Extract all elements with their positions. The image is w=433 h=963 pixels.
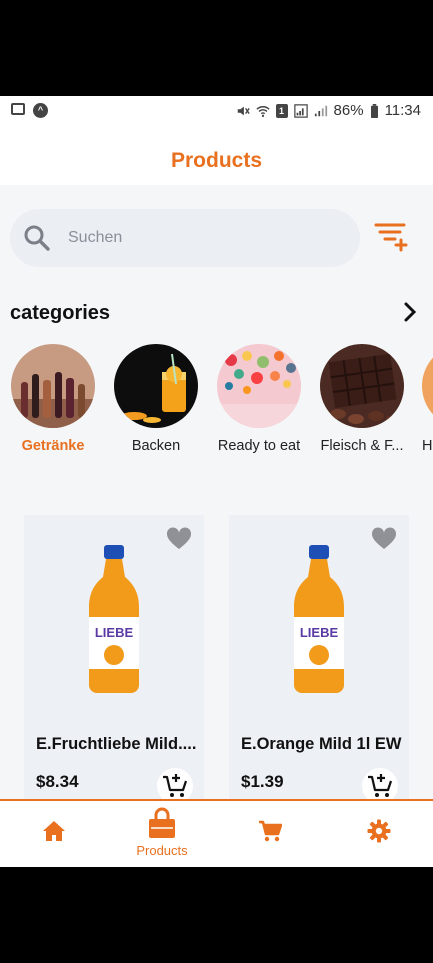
category-item-ready-to-eat[interactable]: Ready to eat <box>216 344 302 454</box>
nav-settings[interactable] <box>325 801 433 867</box>
clock: 11:34 <box>384 102 421 119</box>
category-image-drinks <box>11 344 95 428</box>
nav-cart[interactable] <box>216 801 324 867</box>
wifi-icon <box>255 105 270 117</box>
search-input[interactable] <box>68 224 338 252</box>
page-title: Products <box>170 149 262 172</box>
product-card[interactable]: LIEBE E.Fruchtliebe Mild.... $8.34 <box>24 515 204 805</box>
signal-icon <box>293 103 308 118</box>
categories-heading: categories <box>10 302 111 324</box>
category-image-partial <box>422 344 433 428</box>
battery-icon <box>370 103 378 118</box>
filter-add-icon[interactable] <box>373 220 409 252</box>
category-label: H <box>422 438 433 454</box>
category-image-chocolate <box>320 344 404 428</box>
category-image-candy <box>217 344 301 428</box>
search-icon <box>24 225 50 251</box>
product-price: $1.39 <box>241 772 284 791</box>
bottle-label-text: LIEBE <box>300 625 339 640</box>
image-notification-icon <box>11 103 25 115</box>
product-price: $8.34 <box>36 772 79 791</box>
product-card[interactable]: LIEBE E.Orange Mild 1l EW $1.39 <box>229 515 409 805</box>
search-bar[interactable] <box>10 209 360 267</box>
category-item-getraenke[interactable]: Getränke <box>10 344 96 454</box>
gear-icon <box>367 819 391 843</box>
category-item-fleisch[interactable]: Fleisch & F... <box>319 344 405 454</box>
product-image-bottle: LIEBE <box>89 545 139 693</box>
category-label: Fleisch & F... <box>320 438 404 454</box>
nav-label: Products <box>136 843 188 858</box>
category-image-baking <box>114 344 198 428</box>
favorite-heart-icon[interactable] <box>166 527 192 551</box>
category-item-partial[interactable]: H <box>422 344 433 454</box>
category-label: Getränke <box>21 438 85 454</box>
product-name: E.Orange Mild 1l EW <box>241 735 402 753</box>
cart-icon <box>259 820 282 842</box>
status-bar: ^ 1 86% 11:34 <box>0 96 433 126</box>
bottle-label-text: LIEBE <box>95 625 134 640</box>
product-image-bottle: LIEBE <box>294 545 344 693</box>
shopping-bag-icon <box>149 807 175 838</box>
product-name: E.Fruchtliebe Mild.... <box>36 735 197 753</box>
category-item-backen[interactable]: Backen <box>113 344 199 454</box>
sim-icon: 1 <box>275 103 288 118</box>
category-list: Getränke Backen Ready to eat Fleisch & F… <box>10 344 433 464</box>
battery-percent: 86% <box>333 102 364 119</box>
app-notification-icon: ^ <box>33 103 48 118</box>
app-screen: ^ 1 86% 11:34 Products categories <box>0 96 433 867</box>
category-label: Ready to eat <box>217 438 301 454</box>
app-header: Products <box>0 126 433 185</box>
nav-products[interactable]: Products <box>108 801 216 867</box>
signal-strength-icon <box>314 105 327 116</box>
home-icon <box>43 821 65 841</box>
bottom-navigation: Products <box>0 799 433 867</box>
nav-home[interactable] <box>0 801 108 867</box>
category-label: Backen <box>131 438 181 454</box>
chevron-right-icon[interactable] <box>398 300 422 324</box>
favorite-heart-icon[interactable] <box>371 527 397 551</box>
mute-icon <box>237 106 250 115</box>
